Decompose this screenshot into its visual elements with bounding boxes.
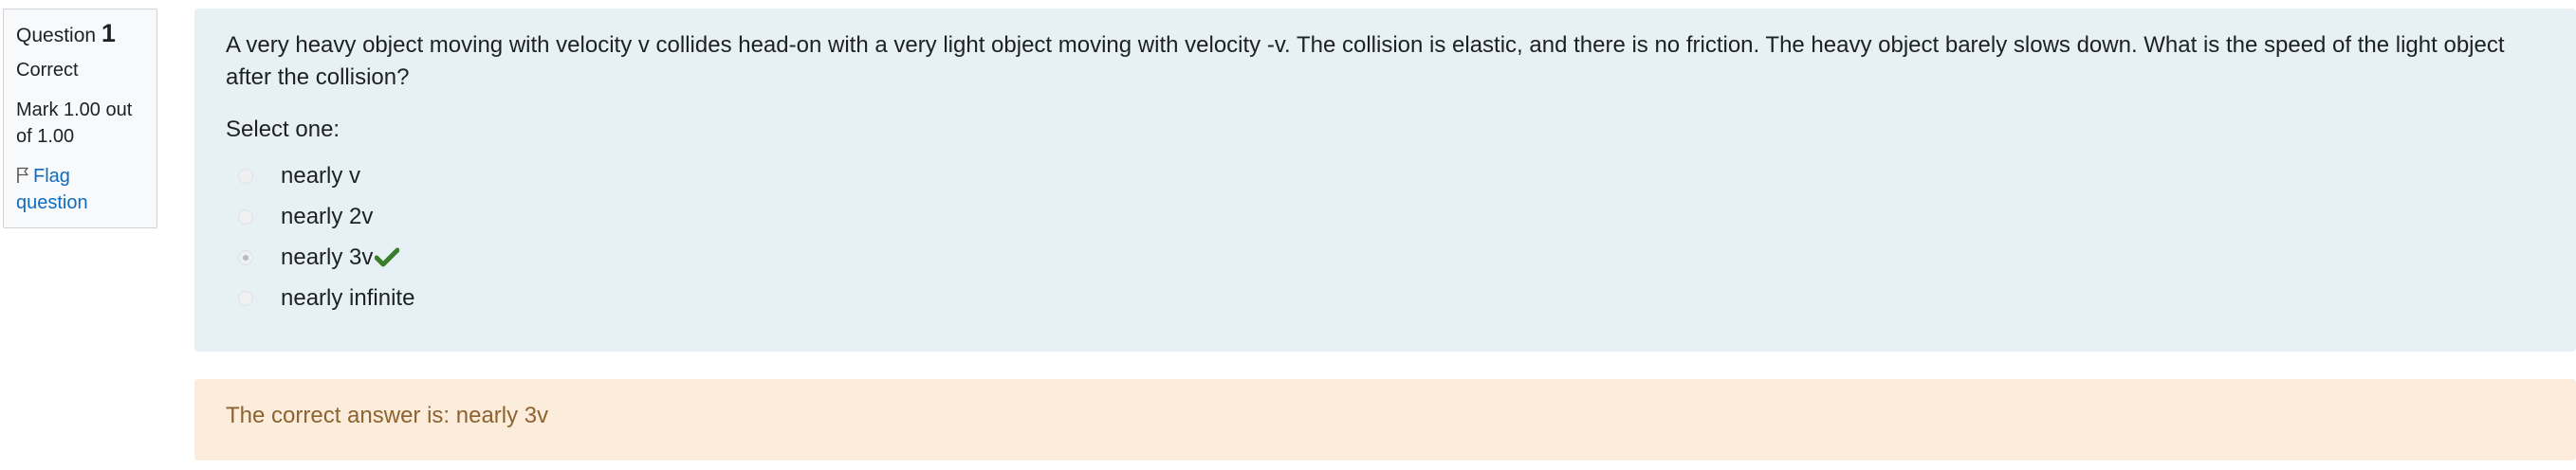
answer-option[interactable]: nearly v [226, 155, 2548, 196]
right-answer-text: The correct answer is: nearly 3v [226, 403, 549, 428]
answer-radio[interactable] [238, 168, 253, 184]
answer-label: nearly 2v [281, 203, 374, 229]
answer-radio[interactable] [238, 290, 253, 306]
answer-option[interactable]: nearly infinite [226, 278, 2548, 318]
select-prompt: Select one: [226, 117, 340, 142]
answer-radio-selected[interactable] [238, 249, 253, 265]
answer-radio[interactable] [238, 208, 253, 225]
question-info-panel: Question 1 Correct Mark 1.00 out of 1.00… [3, 9, 157, 228]
question-grade: Mark 1.00 out of 1.00 [16, 99, 133, 147]
answer-options: nearly v nearly 2v nearly 3v nearly infi… [226, 155, 2548, 318]
question-state: Correct [16, 60, 79, 81]
flag-question-link[interactable]: Flag question [16, 163, 145, 216]
question-number-value: 1 [101, 19, 116, 47]
check-icon [375, 247, 400, 268]
flag-icon [17, 167, 28, 183]
answer-label: nearly v [281, 162, 361, 189]
question-formulation: A very heavy object moving with velocity… [194, 9, 2576, 352]
answer-option[interactable]: nearly 3v [226, 237, 2548, 278]
question-text: A very heavy object moving with velocity… [226, 32, 2505, 90]
answer-option[interactable]: nearly 2v [226, 196, 2548, 237]
question-number: Question 1 [16, 21, 145, 48]
feedback-panel: The correct answer is: nearly 3v [194, 379, 2576, 461]
question-word: Question [16, 25, 97, 46]
answer-label: nearly infinite [281, 284, 415, 311]
answer-label: nearly 3v [281, 244, 374, 270]
